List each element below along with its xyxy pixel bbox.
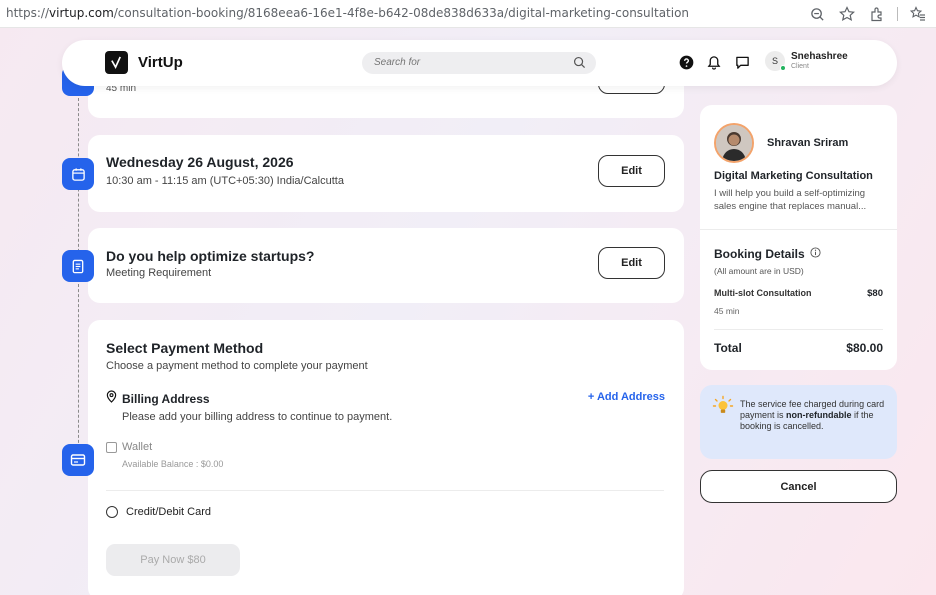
- booking-summary-card: Shravan Sriram Digital Marketing Consult…: [700, 105, 897, 370]
- service-title: Digital Marketing Consultation: [714, 170, 873, 182]
- url-path: /consultation-booking/8168eea6-16e1-4f8e…: [113, 6, 690, 20]
- extensions-icon[interactable]: [867, 4, 887, 24]
- total-value: $80.00: [846, 341, 883, 355]
- app-header: VirtUp S Snehashree Client: [62, 40, 897, 86]
- document-icon: [62, 250, 94, 282]
- info-icon[interactable]: [810, 247, 821, 261]
- browser-url-bar[interactable]: https://virtup.com/consultation-booking/…: [0, 0, 936, 28]
- avatar-initial: S: [771, 56, 778, 66]
- payment-subtitle: Choose a payment method to complete your…: [106, 360, 368, 372]
- user-role: Client: [791, 63, 809, 70]
- bookmark-star-icon[interactable]: [837, 4, 857, 24]
- currency-note: (All amount are in USD): [714, 266, 804, 276]
- pay-now-button[interactable]: Pay Now $80: [106, 544, 240, 576]
- billing-address-hint: Please add your billing address to conti…: [122, 411, 393, 423]
- billing-address-header: Billing Address: [106, 390, 210, 408]
- wallet-checkbox[interactable]: [106, 441, 117, 453]
- edit-schedule-button[interactable]: Edit: [598, 155, 665, 187]
- service-description: I will help you build a self-optimizing …: [714, 188, 867, 212]
- browser-toolbar: [807, 4, 928, 24]
- wallet-balance: Available Balance : $0.00: [122, 459, 224, 469]
- user-menu[interactable]: S Snehashree Client: [765, 51, 848, 71]
- wallet-option[interactable]: Wallet: [106, 441, 152, 453]
- requirement-subtitle: Meeting Requirement: [106, 267, 212, 279]
- total-label: Total: [714, 341, 742, 355]
- lightbulb-icon: [712, 395, 734, 422]
- url-text[interactable]: https://virtup.com/consultation-booking/…: [6, 6, 689, 20]
- total-divider: [714, 329, 883, 330]
- header-actions: [678, 54, 750, 70]
- logo-text: VirtUp: [138, 54, 183, 71]
- notification-bell-icon[interactable]: [706, 54, 722, 70]
- refund-notice-text: The service fee charged during card paym…: [740, 399, 888, 432]
- cancel-button[interactable]: Cancel: [700, 470, 897, 503]
- line-item-price: $80: [867, 288, 883, 299]
- logo-mark-icon: [105, 51, 128, 74]
- favorites-icon[interactable]: [908, 4, 928, 24]
- payment-title: Select Payment Method: [106, 340, 264, 356]
- payment-divider: [106, 490, 664, 491]
- requirement-card: Do you help optimize startups? Meeting R…: [88, 228, 684, 303]
- help-icon[interactable]: [678, 54, 694, 70]
- payment-card-icon: [62, 444, 94, 476]
- credit-card-radio[interactable]: [106, 506, 118, 518]
- payment-card: Select Payment Method Choose a payment m…: [88, 320, 684, 595]
- booking-details-header: Booking Details: [714, 247, 821, 261]
- url-host: virtup.com: [49, 6, 114, 20]
- consultant-name: Shravan Sriram: [767, 137, 849, 149]
- calendar-icon: [62, 158, 94, 190]
- billing-address-title: Billing Address: [122, 392, 210, 406]
- schedule-date: Wednesday 26 August, 2026: [106, 154, 294, 170]
- notice-text-bold: non-refundable: [786, 410, 852, 420]
- url-prefix: https://: [6, 6, 50, 20]
- user-name: Snehashree: [791, 51, 848, 62]
- header-spacer: [0, 28, 936, 40]
- line-item-duration: 45 min: [714, 306, 740, 316]
- avatar: S: [765, 51, 786, 71]
- online-status-dot: [780, 65, 786, 71]
- search-icon[interactable]: [573, 56, 586, 74]
- summary-divider: [700, 229, 897, 230]
- search-bar[interactable]: [362, 52, 596, 74]
- toolbar-separator: [897, 7, 898, 21]
- credit-card-option[interactable]: Credit/Debit Card: [106, 506, 211, 518]
- refund-notice: The service fee charged during card paym…: [700, 385, 897, 459]
- line-item-name: Multi-slot Consultation: [714, 288, 812, 298]
- schedule-card: Wednesday 26 August, 2026 10:30 am - 11:…: [88, 135, 684, 212]
- search-input[interactable]: [374, 57, 564, 68]
- chat-icon[interactable]: [734, 54, 750, 70]
- consultant-photo: [714, 123, 754, 163]
- user-info: Snehashree Client: [791, 51, 848, 71]
- add-address-link[interactable]: + Add Address: [588, 391, 665, 403]
- edit-requirement-button[interactable]: Edit: [598, 247, 665, 279]
- booking-details-title: Booking Details: [714, 247, 805, 261]
- location-pin-icon: [106, 390, 117, 408]
- wallet-label: Wallet: [122, 441, 153, 453]
- logo[interactable]: VirtUp: [105, 51, 183, 74]
- credit-card-label: Credit/Debit Card: [126, 506, 211, 518]
- requirement-title: Do you help optimize startups?: [106, 248, 315, 264]
- schedule-time: 10:30 am - 11:15 am (UTC+05:30) India/Ca…: [106, 175, 344, 187]
- zoom-icon[interactable]: [807, 4, 827, 24]
